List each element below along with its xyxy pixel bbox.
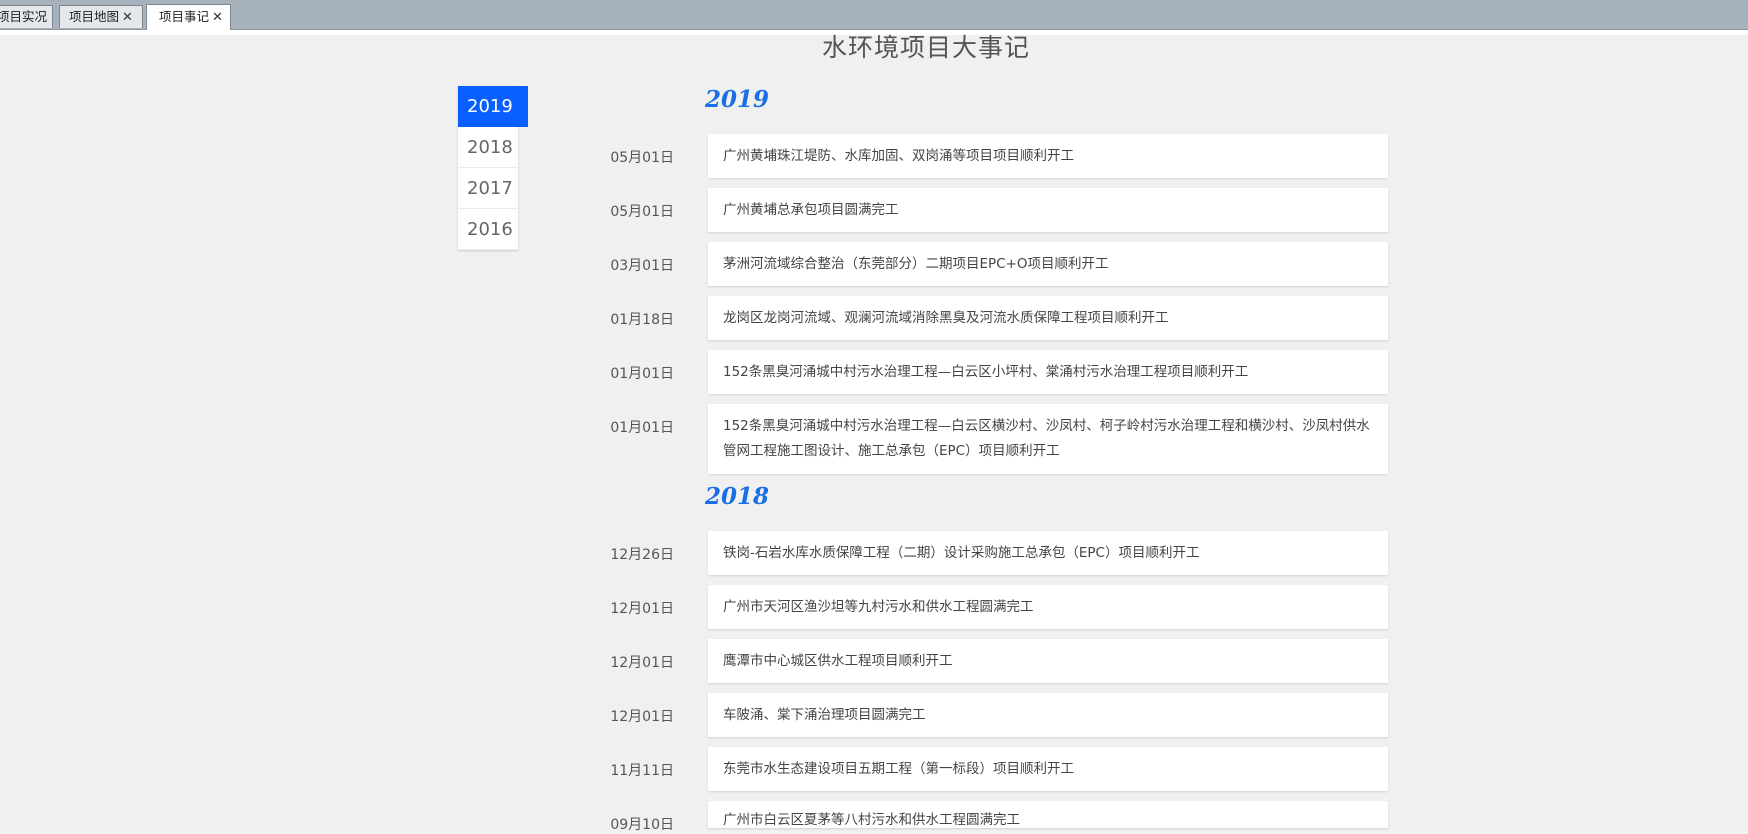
event-card[interactable]: 铁岗-石岩水库水质保障工程（二期）设计采购施工总承包（EPC）项目顺利开工 xyxy=(708,531,1388,575)
tab-bar: 项目实况 项目地图 ✕ 项目事记 ✕ xyxy=(0,0,1748,30)
event-date: 05月01日 xyxy=(610,150,674,166)
event-card[interactable]: 152条黑臭河涌城中村污水治理工程—白云区横沙村、沙凤村、柯子岭村污水治理工程和… xyxy=(708,404,1388,474)
event-card[interactable]: 车陂涌、棠下涌治理项目圆满完工 xyxy=(708,693,1388,737)
event-card[interactable]: 茅洲河流域综合整治（东莞部分）二期项目EPC+O项目顺利开工 xyxy=(708,242,1388,286)
event-card[interactable]: 鹰潭市中心城区供水工程项目顺利开工 xyxy=(708,639,1388,683)
event-date: 05月01日 xyxy=(610,204,674,220)
tab-label: 项目地图 xyxy=(69,9,120,24)
tab-project-events[interactable]: 项目事记 ✕ xyxy=(146,4,231,30)
year-heading-2018: 2018 xyxy=(705,483,770,510)
event-card[interactable]: 广州黄埔珠江堤防、水库加固、双岗涌等项目项目顺利开工 xyxy=(708,134,1388,178)
event-card[interactable]: 东莞市水生态建设项目五期工程（第一标段）项目顺利开工 xyxy=(708,747,1388,791)
event-card[interactable]: 广州市白云区夏茅等八村污水和供水工程圆满完工 xyxy=(708,801,1388,828)
event-date: 01月18日 xyxy=(610,312,674,328)
event-date: 12月26日 xyxy=(610,547,674,563)
year-nav-item-2018[interactable]: 2018 xyxy=(458,127,518,168)
event-date: 11月11日 xyxy=(610,763,674,779)
event-date: 01月01日 xyxy=(610,366,674,382)
event-date: 01月01日 xyxy=(610,420,674,436)
tab-label: 项目实况 xyxy=(0,9,48,24)
year-nav-item-2016[interactable]: 2016 xyxy=(458,209,518,250)
page-title: 水环境项目大事记 xyxy=(821,33,1030,62)
event-card[interactable]: 广州市天河区渔沙坦等九村污水和供水工程圆满完工 xyxy=(708,585,1388,629)
event-date: 12月01日 xyxy=(610,655,674,671)
event-date: 12月01日 xyxy=(610,601,674,617)
tab-project-status[interactable]: 项目实况 xyxy=(0,5,53,28)
close-icon[interactable]: ✕ xyxy=(122,10,133,25)
tab-project-map[interactable]: 项目地图 ✕ xyxy=(59,5,143,28)
event-card[interactable]: 广州黄埔总承包项目圆满完工 xyxy=(708,188,1388,232)
year-heading-2019: 2019 xyxy=(705,86,770,113)
year-nav-item-2017[interactable]: 2017 xyxy=(458,168,518,209)
close-icon[interactable]: ✕ xyxy=(212,10,223,25)
event-date: 12月01日 xyxy=(610,709,674,725)
event-card[interactable]: 龙岗区龙岗河流域、观澜河流域消除黑臭及河流水质保障工程项目顺利开工 xyxy=(708,296,1388,340)
year-nav-item-2019[interactable]: 2019 xyxy=(458,86,528,127)
year-nav: 2019 2018 2017 2016 xyxy=(458,86,528,250)
event-card[interactable]: 152条黑臭河涌城中村污水治理工程—白云区小坪村、棠涌村污水治理工程项目顺利开工 xyxy=(708,350,1388,394)
event-date: 03月01日 xyxy=(610,258,674,274)
event-date: 09月10日 xyxy=(610,817,674,833)
tab-label: 项目事记 xyxy=(159,9,210,24)
